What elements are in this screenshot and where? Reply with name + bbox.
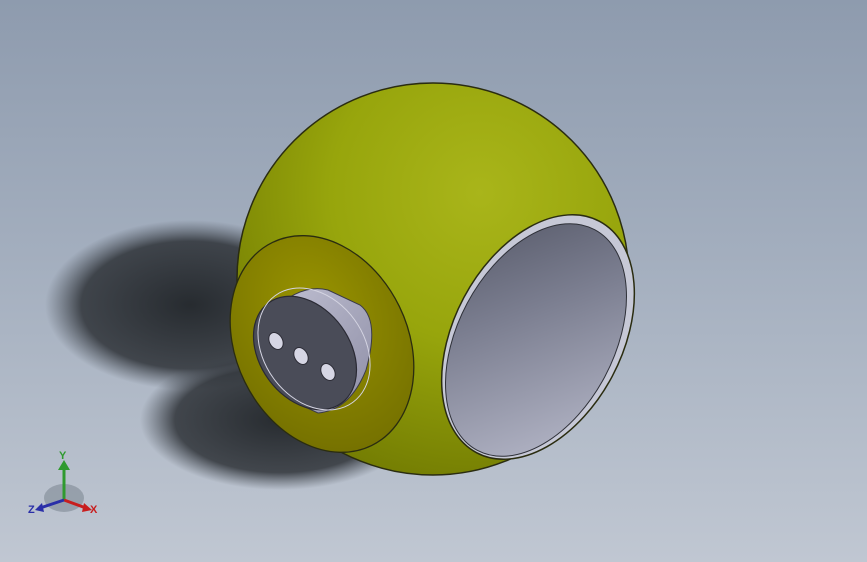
z-axis-label: Z (28, 504, 35, 516)
model-scene[interactable] (0, 0, 867, 562)
x-axis-label: X (90, 504, 98, 516)
coordinate-triad: Y X Z (24, 448, 104, 522)
z-axis-arrow (35, 503, 44, 512)
graphics-viewport[interactable]: Y X Z (0, 0, 867, 562)
y-axis-label: Y (59, 450, 67, 462)
